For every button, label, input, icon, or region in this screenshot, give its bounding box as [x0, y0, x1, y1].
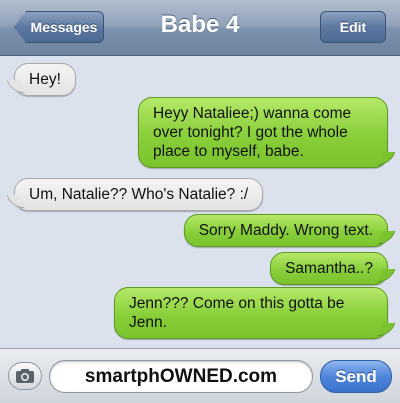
message-text-field[interactable]: smartphOWNED.com — [49, 360, 313, 393]
message-bubble-incoming: Um, Natalie?? Who's Natalie? :/ — [14, 178, 264, 211]
camera-button[interactable] — [8, 362, 42, 390]
message-input-bar: smartphOWNED.com Send — [0, 348, 400, 403]
camera-icon — [16, 369, 34, 383]
message-bubble-outgoing: Sorry Maddy. Wrong text. — [183, 214, 388, 247]
message-bubble-outgoing: Heyy Nataliee;) wanna come over tonight?… — [138, 97, 388, 168]
message-bubble-incoming: Hey! — [14, 63, 76, 96]
edit-button[interactable]: Edit — [320, 11, 386, 43]
navigation-bar: Messages Babe 4 Edit — [0, 0, 400, 56]
message-bubble-outgoing: Jenn??? Come on this gotta be Jenn. — [114, 287, 388, 339]
send-button[interactable]: Send — [320, 360, 392, 393]
message-bubble-outgoing: Samantha..? — [270, 252, 388, 285]
message-thread: Hey! Heyy Nataliee;) wanna come over ton… — [0, 56, 400, 346]
